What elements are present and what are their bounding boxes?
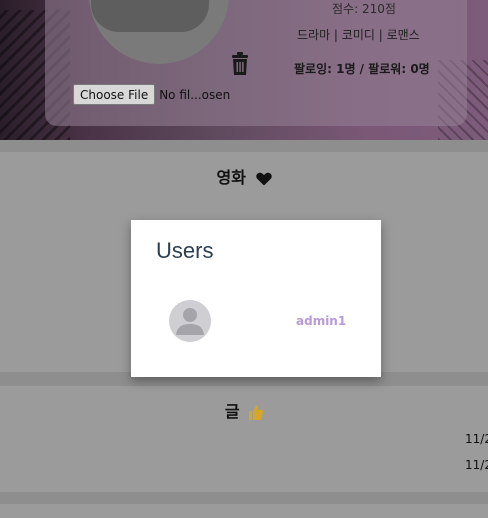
user-list-item[interactable]: admin1	[169, 300, 369, 344]
user-name-link[interactable]: admin1	[296, 314, 346, 328]
profile-avatar	[89, 0, 229, 64]
file-upload: Choose File No fil...osen	[73, 84, 230, 105]
modal-title: Users	[156, 238, 214, 263]
user-avatar-icon	[169, 300, 211, 342]
favorite-genres: 드라마 | 코미디 | 로맨스	[297, 28, 420, 42]
post-date: 11/2	[465, 458, 488, 472]
heart-icon	[255, 172, 272, 185]
users-modal: Users admin1	[131, 220, 381, 377]
file-name-label: No fil...osen	[159, 87, 231, 102]
posts-section-title: 글	[224, 402, 240, 421]
profile-banner: 점수: 210점 드라마 | 코미디 | 로맨스 팔로잉: 1명 / 팔로워: …	[0, 0, 488, 140]
movie-section-header: 영화	[0, 164, 488, 188]
posts-section-header: 글	[0, 398, 488, 422]
thumbs-up-icon	[249, 405, 264, 420]
score-label: 점수: 210점	[332, 2, 396, 16]
profile-card: 점수: 210점 드라마 | 코미디 | 로맨스 팔로잉: 1명 / 팔로워: …	[45, 0, 467, 126]
trash-icon[interactable]	[230, 52, 250, 76]
movie-section-title: 영화	[216, 168, 246, 187]
follow-counts: 팔로잉: 1명 / 팔로워: 0명	[294, 62, 430, 76]
post-date: 11/2	[465, 432, 488, 446]
choose-file-button[interactable]: Choose File	[73, 84, 156, 105]
next-section	[0, 504, 488, 518]
posts-section: 글 11/2 11/2	[0, 386, 488, 492]
